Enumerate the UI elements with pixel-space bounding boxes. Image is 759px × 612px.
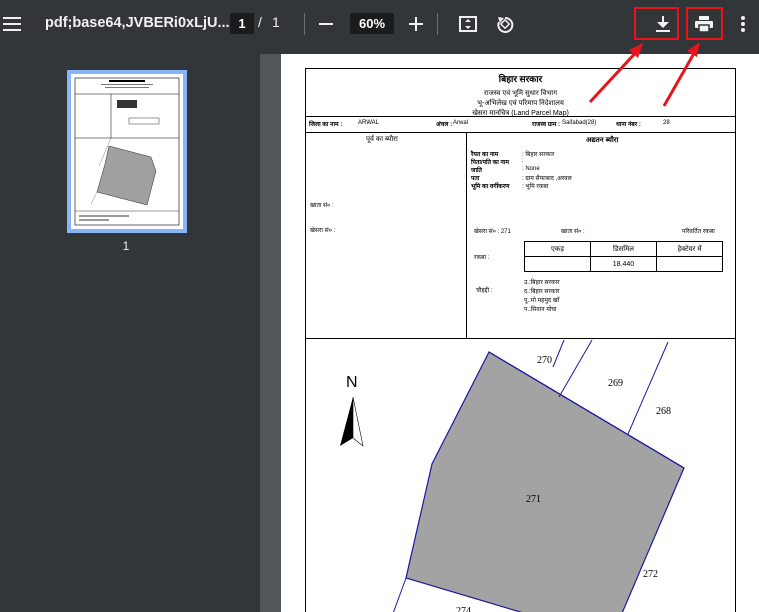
download-arrow [588,46,642,104]
print-arrow-head [687,42,700,57]
print-arrow [662,47,699,107]
annotation-arrows [588,42,700,107]
